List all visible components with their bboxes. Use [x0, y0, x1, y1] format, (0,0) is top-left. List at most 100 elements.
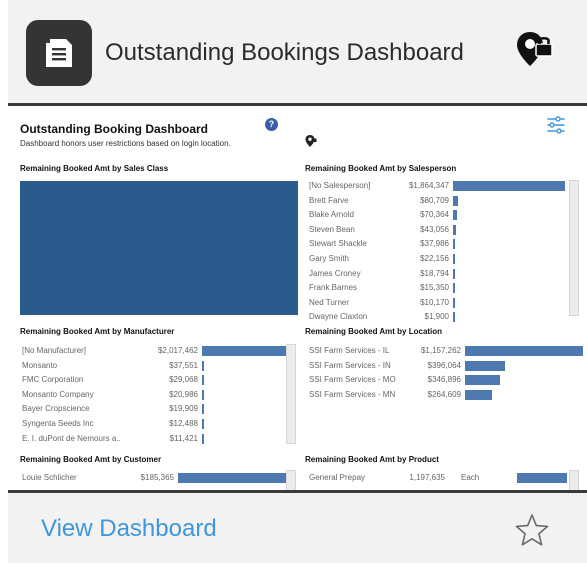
- location-row[interactable]: SSI Farm Services - IN $396,064: [309, 359, 585, 373]
- panel-title-product: Remaining Booked Amt by Product: [305, 455, 439, 464]
- location-row-value: $396,064: [427, 360, 461, 370]
- manufacturer-row-label: Syngenta Seeds Inc: [22, 419, 94, 428]
- manufacturer-row-label: E. I. duPont de Nemours a..: [22, 433, 121, 443]
- product-scrollbar[interactable]: [569, 470, 579, 490]
- manufacturer-row-value: $37,551: [169, 360, 198, 370]
- sales-class-block[interactable]: [20, 181, 298, 315]
- manufacturer-bar[interactable]: [202, 346, 294, 356]
- product-bar[interactable]: [517, 473, 567, 483]
- manufacturer-row[interactable]: Monsanto $37,551: [22, 359, 284, 373]
- salesperson-row[interactable]: Ned Turner $10,170: [309, 296, 567, 310]
- salesperson-row-label: Stewart Shackle: [309, 239, 367, 249]
- panel-title-sales-class: Remaining Booked Amt by Sales Class: [20, 164, 169, 173]
- salesperson-row-value: $18,794: [420, 268, 449, 278]
- manufacturer-row-label: FMC Corporation: [22, 375, 84, 385]
- salesperson-bar[interactable]: [453, 195, 458, 206]
- manufacturer-row-value: $19,909: [169, 404, 198, 414]
- help-icon[interactable]: ?: [265, 118, 278, 131]
- salesperson-row[interactable]: [No Salesperson] $1,864,347: [309, 179, 567, 193]
- salesperson-scrollbar[interactable]: [569, 180, 579, 316]
- manufacturer-row-label: Monsanto: [22, 360, 58, 370]
- manufacturer-row[interactable]: E. I. duPont de Nemours a.. $11,421: [22, 432, 284, 446]
- manufacturer-row-label: [No Manufacturer]: [22, 346, 87, 355]
- salesperson-row-value: $70,364: [420, 210, 449, 220]
- manufacturer-scrollbar[interactable]: [286, 344, 296, 444]
- customer-row[interactable]: Louie Schlicher $185,365: [22, 471, 290, 485]
- card-footer: View Dashboard: [8, 493, 587, 563]
- salesperson-row[interactable]: Frank Barnes $15,350: [309, 281, 567, 295]
- panel-title-manufacturer: Remaining Booked Amt by Manufacturer: [20, 327, 175, 336]
- product-row-label: General Prepay: [309, 473, 366, 482]
- product-row[interactable]: General Prepay 1,197,635 Each: [309, 471, 567, 485]
- salesperson-row[interactable]: Dwayne Claxton $1,900: [309, 310, 567, 324]
- salesperson-row-value: $22,156: [420, 254, 449, 263]
- salesperson-bar[interactable]: [453, 297, 455, 308]
- salesperson-bar[interactable]: [453, 268, 455, 279]
- location-bar[interactable]: [465, 389, 492, 400]
- manufacturer-row[interactable]: Syngenta Seeds Inc $12,488: [22, 417, 284, 431]
- manufacturer-row[interactable]: [No Manufacturer] $2,017,462: [22, 344, 294, 358]
- salesperson-row-value: $1,864,347: [408, 181, 449, 190]
- card-header: Outstanding Bookings Dashboard: [8, 0, 587, 103]
- customer-scrollbar[interactable]: [286, 470, 296, 490]
- manufacturer-bar[interactable]: [202, 433, 204, 444]
- dashboard-subtitle: Dashboard honors user restrictions based…: [20, 139, 231, 148]
- manufacturer-bar[interactable]: [202, 419, 204, 429]
- location-bar[interactable]: [465, 360, 506, 371]
- manufacturer-row-value: $2,017,462: [157, 346, 198, 355]
- location-row-label: SSI Farm Services - IN: [309, 360, 391, 370]
- dashboard-card: Outstanding Bookings Dashboard Outstandi…: [8, 0, 587, 563]
- salesperson-bar[interactable]: [453, 283, 455, 294]
- document-icon: [46, 39, 72, 67]
- dashboard-thumbnail[interactable]: Outstanding Booking Dashboard Dashboard …: [8, 106, 587, 490]
- manufacturer-row-label: Monsanto Company: [22, 389, 94, 399]
- location-row-label: SSI Farm Services - MO: [309, 375, 396, 385]
- location-row[interactable]: SSI Farm Services - MO $346,896: [309, 373, 585, 387]
- location-row-value: $346,896: [427, 375, 461, 385]
- salesperson-row-value: $37,986: [420, 239, 449, 249]
- document-icon-badge: [26, 20, 92, 86]
- salesperson-row[interactable]: Gary Smith $22,156: [309, 252, 567, 266]
- location-pin-icon: [305, 135, 317, 147]
- view-dashboard-link[interactable]: View Dashboard: [41, 515, 217, 543]
- manufacturer-row-value: $29,068: [169, 375, 198, 385]
- manufacturer-row[interactable]: Bayer Cropscience $19,909: [22, 402, 284, 416]
- customer-row-value: $185,365: [140, 473, 174, 482]
- salesperson-row[interactable]: Steven Bean $43,056: [309, 223, 567, 237]
- favorite-star-icon[interactable]: [514, 513, 550, 547]
- salesperson-row[interactable]: Stewart Shackle $37,986: [309, 237, 567, 251]
- location-bar[interactable]: [465, 346, 583, 356]
- salesperson-row[interactable]: James Croney $18,794: [309, 267, 567, 281]
- location-row[interactable]: SSI Farm Services - IL $1,157,262: [309, 344, 585, 358]
- salesperson-row-label: Dwayne Claxton: [309, 312, 368, 322]
- salesperson-row-label: Gary Smith: [309, 254, 350, 263]
- salesperson-bar[interactable]: [453, 254, 455, 264]
- customer-bar[interactable]: [178, 473, 290, 483]
- filter-settings-icon[interactable]: [546, 116, 566, 134]
- location-bar[interactable]: [465, 375, 501, 386]
- salesperson-bar[interactable]: [453, 224, 456, 235]
- salesperson-bar[interactable]: [453, 181, 565, 191]
- salesperson-row-value: $10,170: [420, 297, 449, 307]
- salesperson-row-label: Brett Farve: [309, 195, 349, 205]
- manufacturer-bar[interactable]: [202, 375, 204, 386]
- manufacturer-bar[interactable]: [202, 404, 204, 415]
- salesperson-bar[interactable]: [453, 210, 458, 221]
- salesperson-bar[interactable]: [453, 239, 456, 250]
- manufacturer-row[interactable]: FMC Corporation $29,068: [22, 373, 284, 387]
- salesperson-row[interactable]: Blake Arnold $70,364: [309, 208, 567, 222]
- salesperson-row-label: Ned Turner: [309, 297, 350, 307]
- salesperson-row-label: Frank Barnes: [309, 283, 358, 293]
- manufacturer-row[interactable]: Monsanto Company $20,986: [22, 388, 284, 402]
- location-row[interactable]: SSI Farm Services - MN $264,609: [309, 388, 585, 402]
- manufacturer-bar[interactable]: [202, 360, 204, 371]
- salesperson-row-label: Steven Bean: [309, 224, 355, 234]
- salesperson-row-value: $1,900: [424, 312, 449, 322]
- salesperson-bar[interactable]: [453, 312, 455, 323]
- salesperson-row[interactable]: Brett Farve $80,709: [309, 194, 567, 208]
- salesperson-row-value: $43,056: [420, 224, 449, 234]
- location-row-label: SSI Farm Services - IL: [309, 346, 390, 355]
- dashboard-title: Outstanding Booking Dashboard: [20, 122, 208, 136]
- location-row-value: $264,609: [427, 389, 461, 399]
- manufacturer-bar[interactable]: [202, 389, 204, 400]
